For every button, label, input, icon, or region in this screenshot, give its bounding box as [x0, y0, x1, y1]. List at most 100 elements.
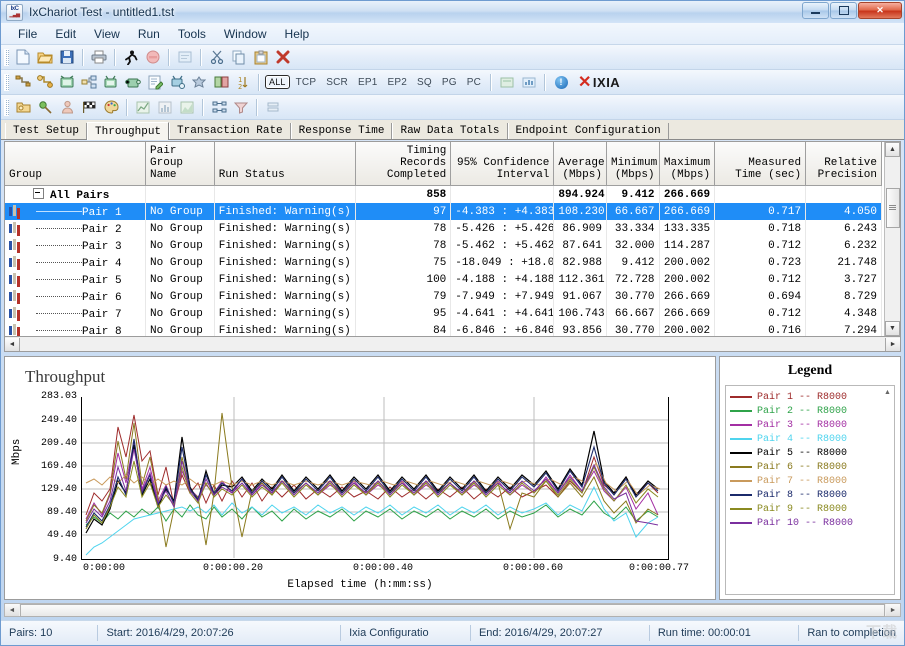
workspace-scroll-right-icon[interactable]: ► — [886, 604, 900, 616]
swap-endpoints-icon[interactable] — [210, 72, 232, 93]
legend-item[interactable]: Pair 5 -- R8000 — [730, 446, 892, 460]
grid-vertical-scrollbar[interactable]: ▲ ▼ — [884, 142, 900, 336]
scroll-thumb[interactable] — [886, 188, 900, 228]
add-video-pair-icon[interactable] — [100, 72, 122, 93]
legend-item[interactable]: Pair 7 -- R8000 — [730, 474, 892, 488]
tab-transaction-rate[interactable]: Transaction Rate — [169, 123, 291, 139]
save-test-icon[interactable] — [56, 47, 78, 68]
legend-item[interactable]: Pair 2 -- R8000 — [730, 404, 892, 418]
filter-icon[interactable] — [230, 97, 252, 118]
table-row[interactable]: Pair 4 No Group Finished: Warning(s) 75 … — [5, 254, 882, 271]
table-row[interactable]: Pair 2 No Group Finished: Warning(s) 78 … — [5, 220, 882, 237]
stack-icon[interactable] — [262, 97, 284, 118]
menu-tools[interactable]: Tools — [169, 25, 215, 43]
legend-item[interactable]: Pair 3 -- R8000 — [730, 418, 892, 432]
protocol-filter-ep2[interactable]: EP2 — [383, 76, 411, 89]
protocol-filter-sq[interactable]: SQ — [413, 76, 436, 89]
paste-icon[interactable] — [250, 47, 272, 68]
add-pair-icon[interactable] — [12, 72, 34, 93]
edit-pair-icon[interactable] — [144, 72, 166, 93]
toolbar-grip[interactable] — [4, 73, 9, 91]
col-relative-precision[interactable]: Relative Precision — [805, 142, 882, 186]
menu-view[interactable]: View — [85, 25, 129, 43]
menu-run[interactable]: Run — [129, 25, 169, 43]
add-multicast-pair-icon[interactable] — [34, 72, 56, 93]
col-confidence-interval[interactable]: 95% Confidence Interval — [450, 142, 555, 186]
col-run-status[interactable]: Run Status — [214, 142, 357, 186]
pair-properties-icon[interactable] — [188, 72, 210, 93]
maximize-button[interactable] — [830, 2, 857, 19]
copy-pair-icon[interactable] — [166, 72, 188, 93]
menu-edit[interactable]: Edit — [46, 25, 85, 43]
col-minimum[interactable]: Minimum (Mbps) — [606, 142, 660, 186]
col-measured-time[interactable]: Measured Time (sec) — [714, 142, 807, 186]
table-row[interactable]: Pair 5 No Group Finished: Warning(s) 100… — [5, 271, 882, 288]
run-test-icon[interactable] — [120, 47, 142, 68]
workspace-horizontal-scrollbar[interactable]: ◄ ► — [4, 603, 901, 617]
col-average[interactable]: Average (Mbps) — [553, 142, 607, 186]
legend-scroll-up-icon[interactable]: ▲ — [881, 386, 894, 399]
legend-item[interactable]: Pair 8 -- R8000 — [730, 488, 892, 502]
print-icon[interactable] — [88, 47, 110, 68]
scroll-left-icon[interactable]: ◄ — [5, 337, 20, 351]
legend-item[interactable]: Pair 1 -- R8000 — [730, 390, 892, 404]
toolbar-grip[interactable] — [4, 48, 9, 66]
legend-item[interactable]: Pair 4 -- R8000 — [730, 432, 892, 446]
scroll-down-icon[interactable]: ▼ — [885, 321, 900, 336]
protocol-filter-ep1[interactable]: EP1 — [354, 76, 382, 89]
info-icon[interactable]: ! — [550, 72, 572, 93]
menu-help[interactable]: Help — [276, 25, 319, 43]
cut-icon[interactable] — [206, 47, 228, 68]
checkered-flag-icon[interactable] — [78, 97, 100, 118]
legend-item[interactable]: Pair 10 -- R8000 — [730, 516, 892, 530]
workspace-scroll-thumb[interactable] — [20, 603, 885, 617]
tab-response-time[interactable]: Response Time — [290, 123, 393, 139]
results-icon[interactable] — [174, 47, 196, 68]
table-row[interactable]: Pair 6 No Group Finished: Warning(s) 79 … — [5, 288, 882, 305]
report-icon[interactable] — [518, 72, 540, 93]
legend-item[interactable]: Pair 9 -- R8000 — [730, 502, 892, 516]
protocol-filter-tcp[interactable]: TCP — [292, 76, 321, 89]
person-icon[interactable] — [56, 97, 78, 118]
open-test-icon[interactable] — [34, 47, 56, 68]
delete-icon[interactable] — [272, 47, 294, 68]
close-button[interactable]: ✕ — [858, 2, 902, 19]
stop-test-icon[interactable] — [142, 47, 164, 68]
minimize-button[interactable] — [802, 2, 829, 19]
protocol-filter-all[interactable]: ALL — [265, 75, 290, 89]
copy-icon[interactable] — [228, 47, 250, 68]
tab-test-setup[interactable]: Test Setup — [5, 123, 88, 139]
tack-icon[interactable] — [34, 97, 56, 118]
workspace-scroll-left-icon[interactable]: ◄ — [5, 604, 19, 616]
chart-bar-icon[interactable] — [154, 97, 176, 118]
new-test-icon[interactable] — [12, 47, 34, 68]
col-maximum[interactable]: Maximum (Mbps) — [659, 142, 716, 186]
col-group[interactable]: Group — [5, 142, 147, 186]
tab-throughput[interactable]: Throughput — [87, 122, 170, 140]
table-row[interactable]: Pair 8 No Group Finished: Warning(s) 84 … — [5, 322, 882, 336]
open-folder-icon[interactable] — [12, 97, 34, 118]
add-voip-pair-icon[interactable] — [122, 72, 144, 93]
table-row[interactable]: Pair 7 No Group Finished: Warning(s) 95 … — [5, 305, 882, 322]
collapse-icon[interactable] — [33, 187, 44, 199]
palette-icon[interactable] — [100, 97, 122, 118]
menu-file[interactable]: File — [9, 25, 46, 43]
chart-line-icon[interactable] — [132, 97, 154, 118]
network-icon[interactable] — [208, 97, 230, 118]
add-hardware-pair-icon[interactable] — [78, 72, 100, 93]
chart-area-icon[interactable] — [176, 97, 198, 118]
table-row[interactable]: Pair 3 No Group Finished: Warning(s) 78 … — [5, 237, 882, 254]
sort-pairs-icon[interactable]: 12 — [232, 72, 254, 93]
col-timing-records[interactable]: Timing Records Completed — [355, 142, 452, 186]
tab-raw-data-totals[interactable]: Raw Data Totals — [392, 123, 508, 139]
legend-item[interactable]: Pair 6 -- R8000 — [730, 460, 892, 474]
col-pair-group-name[interactable]: Pair Group Name — [145, 142, 215, 186]
toolbar-grip[interactable] — [4, 98, 9, 116]
table-row-all-pairs[interactable]: All Pairs 858 894.924 9.412 266.669 — [5, 185, 882, 203]
protocol-filter-pc[interactable]: PC — [463, 76, 485, 89]
scroll-right-icon[interactable]: ► — [885, 337, 900, 351]
tab-endpoint-configuration[interactable]: Endpoint Configuration — [507, 123, 669, 139]
grid-horizontal-scrollbar[interactable]: ◄ ► — [4, 337, 901, 352]
table-row[interactable]: Pair 1 No Group Finished: Warning(s) 97 … — [5, 203, 882, 220]
legend-scrollbar[interactable]: ▲ — [881, 386, 894, 594]
